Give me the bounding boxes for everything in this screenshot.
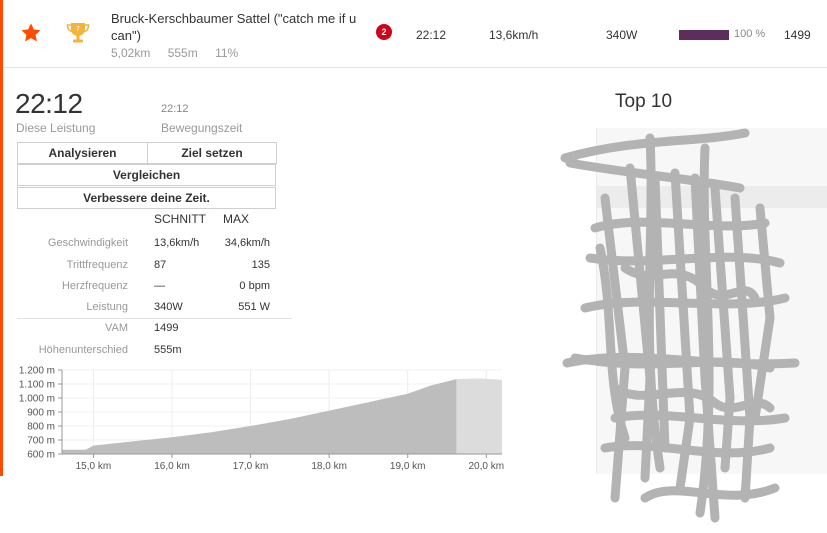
row-speed: 13,6km/h bbox=[489, 28, 539, 42]
improve-time-button[interactable]: Verbessere deine Zeit. bbox=[17, 187, 276, 209]
column-average: SCHNITT bbox=[154, 212, 206, 226]
star-icon[interactable] bbox=[20, 22, 42, 44]
x-tick-label: 20,0 km bbox=[468, 461, 504, 472]
set-goal-button[interactable]: Ziel setzen bbox=[147, 142, 277, 164]
stat-avg-vam: 1499 bbox=[154, 322, 179, 334]
y-tick-label: 1.200 m bbox=[19, 366, 55, 377]
effort-time: 22:12 bbox=[15, 88, 83, 119]
segment-effort-row[interactable]: 7 Bruck-Kerschbaumer Sattel ("catch me i… bbox=[0, 0, 827, 68]
y-tick-label: 600 m bbox=[27, 450, 55, 461]
trophy-rank: 7 bbox=[76, 26, 80, 33]
y-tick-label: 900 m bbox=[27, 408, 55, 419]
moving-time: 22:12 bbox=[161, 103, 189, 115]
stat-label-speed: Geschwindigkeit bbox=[47, 237, 128, 249]
elevation-area-segment bbox=[62, 379, 457, 454]
y-tick-label: 800 m bbox=[27, 422, 55, 433]
compare-button[interactable]: Vergleichen bbox=[17, 164, 276, 186]
stat-max-cadence: 135 bbox=[251, 259, 270, 271]
stat-avg-heartrate: — bbox=[154, 280, 165, 292]
stat-max-power: 551 W bbox=[238, 301, 270, 313]
y-tick-label: 1.100 m bbox=[19, 380, 55, 391]
row-time: 22:12 bbox=[416, 28, 447, 42]
stat-avg-elevation: 555m bbox=[154, 344, 182, 356]
segment-elevation: 555m bbox=[167, 46, 198, 60]
stat-label-power: Leistung bbox=[86, 301, 128, 313]
x-tick-label: 18,0 km bbox=[311, 461, 347, 472]
achievement-badge[interactable]: 2 bbox=[376, 24, 392, 40]
scribble-redaction bbox=[560, 128, 800, 523]
row-power: 340W bbox=[606, 28, 638, 42]
effort-time-label: Diese Leistung bbox=[16, 121, 96, 135]
completion-bar-fill bbox=[679, 30, 729, 40]
analyse-button[interactable]: Analysieren bbox=[17, 142, 148, 164]
stat-label-elevation: Höhenunterschied bbox=[38, 344, 128, 356]
stat-max-speed: 34,6km/h bbox=[224, 237, 270, 249]
stat-avg-speed: 13,6km/h bbox=[154, 237, 200, 249]
x-tick-label: 19,0 km bbox=[390, 461, 426, 472]
stat-max-heartrate: 0 bpm bbox=[239, 280, 270, 292]
column-max: MAX bbox=[223, 212, 250, 226]
elevation-profile-chart[interactable]: 600 m 700 m 800 m 900 m 1.000 m 1.100 m 1.200 … bbox=[0, 362, 520, 476]
segment-name-link[interactable]: Bruck-Kerschbaumer Sattel ("catch me if … bbox=[111, 10, 361, 44]
x-tick-label: 17,0 km bbox=[233, 461, 269, 472]
completion-bar bbox=[679, 30, 729, 40]
stat-label-vam: VAM bbox=[104, 322, 128, 334]
x-tick-label: 16,0 km bbox=[154, 461, 190, 472]
segment-stats: 5,02km 555m 11% bbox=[111, 46, 252, 60]
moving-time-label: Bewegungszeit bbox=[161, 121, 243, 135]
elevation-area-outside bbox=[456, 378, 502, 454]
stat-label-heartrate: Herzfrequenz bbox=[61, 280, 128, 292]
segment-grade: 11% bbox=[215, 46, 239, 60]
row-vam: 1499 bbox=[784, 28, 811, 42]
stats-divider bbox=[17, 318, 292, 319]
stat-avg-power: 340W bbox=[154, 301, 183, 313]
segment-distance: 5,02km bbox=[111, 46, 151, 60]
trophy-icon: 7 bbox=[66, 23, 90, 43]
y-tick-label: 1.000 m bbox=[19, 394, 55, 405]
y-tick-label: 700 m bbox=[27, 436, 55, 447]
completion-percent: 100 % bbox=[734, 28, 766, 40]
stat-avg-cadence: 87 bbox=[154, 259, 167, 271]
top10-title: Top 10 bbox=[615, 91, 673, 112]
x-tick-label: 15,0 km bbox=[76, 461, 112, 472]
stat-label-cadence: Trittfrequenz bbox=[66, 259, 128, 271]
